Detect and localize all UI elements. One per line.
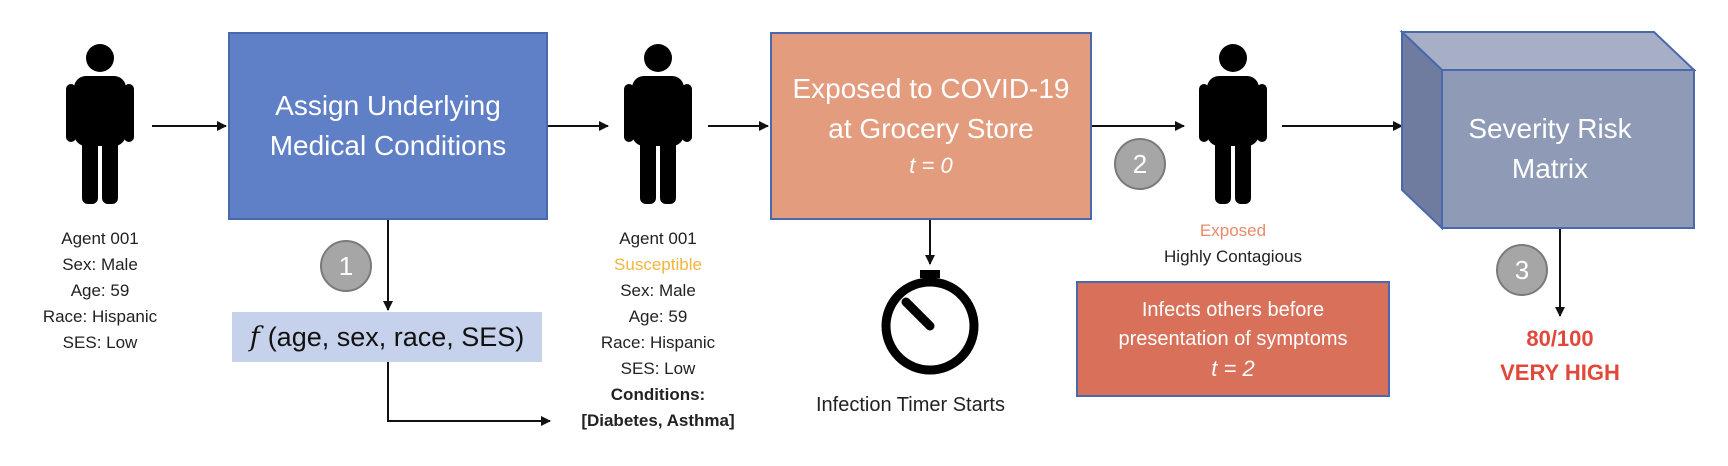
agent-2-race: Race: Hispanic bbox=[600, 333, 716, 352]
agent-1-race: Race: Hispanic bbox=[42, 307, 158, 326]
flow-diagram: Agent 001 Sex: Male Age: 59 Race: Hispan… bbox=[0, 0, 1728, 466]
step-2-badge: 2 bbox=[1114, 138, 1166, 190]
agent-3-details: Exposed Highly Contagious bbox=[1128, 218, 1338, 270]
agent-3-note: Highly Contagious bbox=[1164, 247, 1302, 266]
step-1-number: 1 bbox=[338, 250, 354, 281]
assign-box-line-2: Medical Conditions bbox=[269, 130, 507, 161]
function-symbol: f bbox=[249, 321, 260, 353]
infection-box: Infects others before presentation of sy… bbox=[1076, 281, 1390, 397]
exposure-box-line-1: Exposed to COVID-19 bbox=[792, 73, 1070, 104]
agent-3-status: Exposed bbox=[1199, 221, 1267, 240]
person-icon bbox=[66, 44, 134, 204]
step-3-badge: 3 bbox=[1496, 244, 1548, 296]
infection-time: t = 2 bbox=[1211, 355, 1255, 381]
assign-box-line-1: Assign Underlying bbox=[275, 90, 501, 121]
agent-2-sex: Sex: Male bbox=[620, 281, 696, 300]
risk-result: 80/100 VERY HIGH bbox=[1470, 322, 1650, 390]
agent-1-sex: Sex: Male bbox=[62, 255, 138, 274]
function-box: f (age, sex, race, SES) bbox=[232, 312, 542, 362]
step-3-number: 3 bbox=[1514, 254, 1530, 285]
agent-2-conditions-label: Conditions: bbox=[610, 385, 706, 404]
severity-matrix-line-2: Matrix bbox=[1511, 153, 1589, 184]
assign-conditions-box: Assign Underlying Medical Conditions bbox=[228, 32, 548, 220]
agent-2-status: Susceptible bbox=[614, 255, 702, 274]
infection-box-line-1: Infects others before bbox=[1141, 298, 1325, 321]
person-icon bbox=[624, 44, 692, 204]
agent-2-details: Agent 001 Susceptible Sex: Male Age: 59 … bbox=[560, 226, 756, 434]
agent-2-conditions: [Diabetes, Asthma] bbox=[581, 411, 735, 430]
exposure-time: t = 0 bbox=[909, 153, 953, 178]
person-icon bbox=[1199, 44, 1267, 204]
step-2-number: 2 bbox=[1132, 148, 1148, 179]
severity-matrix-line-1: Severity Risk bbox=[1468, 113, 1632, 144]
risk-level: VERY HIGH bbox=[1500, 360, 1620, 385]
risk-score: 80/100 bbox=[1526, 326, 1594, 351]
function-arguments: (age, sex, race, SES) bbox=[267, 321, 525, 352]
step-1-badge: 1 bbox=[320, 240, 372, 292]
severity-matrix-label: Severity Risk Matrix bbox=[1404, 70, 1696, 228]
timer-caption: Infection Timer Starts bbox=[816, 394, 1005, 416]
agent-1-id: Agent 001 bbox=[61, 229, 139, 248]
agent-2-age: Age: 59 bbox=[628, 307, 688, 326]
arrow-function-to-conditions bbox=[387, 362, 551, 426]
agent-1-details: Agent 001 Sex: Male Age: 59 Race: Hispan… bbox=[20, 226, 180, 356]
agent-1-ses: SES: Low bbox=[62, 333, 138, 352]
infection-box-line-2: presentation of symptoms bbox=[1118, 327, 1348, 350]
exposure-box-line-2: at Grocery Store bbox=[828, 113, 1034, 144]
agent-1-age: Age: 59 bbox=[70, 281, 130, 300]
agent-2-ses: SES: Low bbox=[620, 359, 696, 378]
agent-2-id: Agent 001 bbox=[619, 229, 697, 248]
exposure-box: Exposed to COVID-19 at Grocery Store t =… bbox=[770, 32, 1092, 220]
stopwatch-icon bbox=[881, 270, 979, 375]
